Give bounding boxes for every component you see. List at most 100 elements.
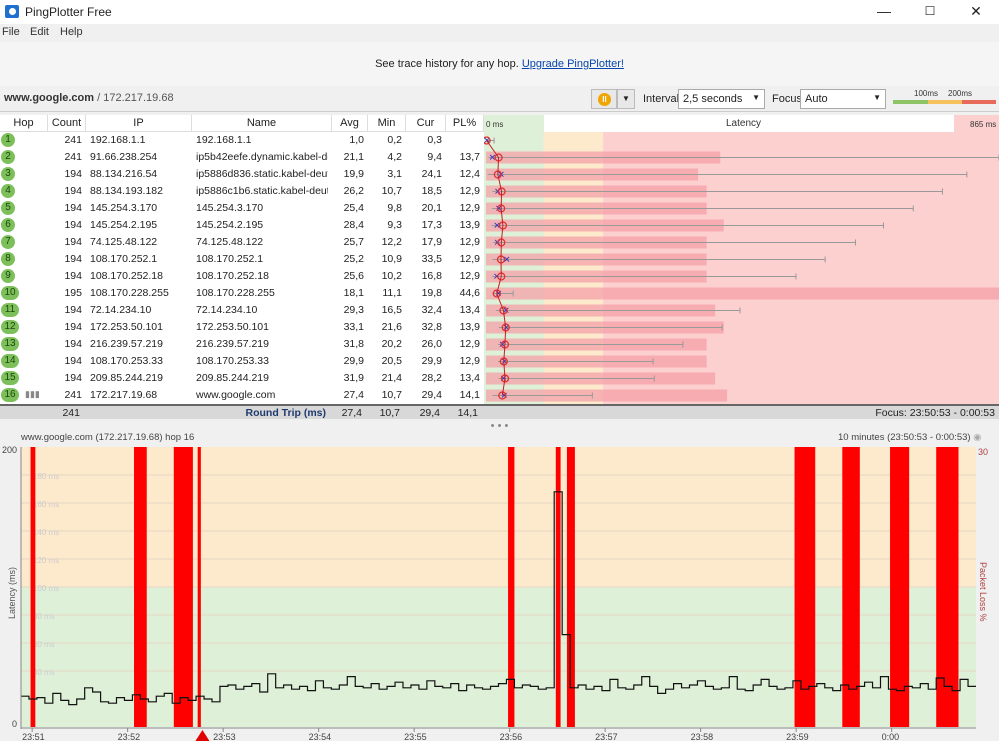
y-max-label: 200 bbox=[2, 445, 17, 455]
cell-cur: 32,4 bbox=[421, 304, 442, 316]
hop-row[interactable]: 10 195 108.170.228.255 108.170.228.255 18,1 1… bbox=[0, 285, 484, 302]
cell-pl: 12,9 bbox=[459, 253, 480, 265]
packet-loss-bar bbox=[555, 447, 561, 727]
column-header-hop[interactable]: Hop bbox=[0, 115, 48, 132]
cell-name: 209.85.244.219 bbox=[196, 372, 269, 384]
zone-green bbox=[21, 587, 976, 727]
cell-ip: 192.168.1.1 bbox=[90, 134, 146, 146]
focus-select[interactable]: Auto ▼ bbox=[800, 89, 886, 109]
minimize-button[interactable]: — bbox=[861, 0, 907, 24]
focus-label: Focus bbox=[772, 93, 802, 105]
menu-help[interactable]: Help bbox=[60, 26, 83, 38]
cell-count: 194 bbox=[64, 202, 82, 214]
y2-axis-label: Packet Loss % bbox=[978, 562, 988, 622]
hop-row[interactable]: 2 241 91.66.238.254 ip5b42eefe.dynamic.kabe… bbox=[0, 149, 484, 166]
packet-loss-bar bbox=[890, 447, 910, 727]
cell-cur: 32,8 bbox=[421, 321, 442, 333]
cell-ip: 108.170.253.33 bbox=[90, 355, 163, 367]
x-tick-label: 23:53 bbox=[213, 732, 236, 741]
column-header-cur[interactable]: Cur bbox=[406, 115, 446, 132]
upgrade-link[interactable]: Upgrade PingPlotter! bbox=[522, 58, 624, 70]
hop-row[interactable]: 11 194 72.14.234.10 72.14.234.10 29,3 16,5 32,… bbox=[0, 302, 484, 319]
packet-loss-bar bbox=[197, 447, 201, 727]
pause-dropdown-button[interactable]: ▼ bbox=[617, 89, 635, 109]
column-header-ip[interactable]: IP bbox=[86, 115, 192, 132]
hop-row[interactable]: 8 194 108.170.252.1 108.170.252.1 25,2 10,9 33… bbox=[0, 251, 484, 268]
time-marker-handle[interactable] bbox=[195, 730, 210, 741]
cell-name: 172.253.50.101 bbox=[196, 321, 269, 333]
hop-row[interactable]: 13 194 216.239.57.219 216.239.57.219 31,8 20,… bbox=[0, 336, 484, 353]
cell-pl: 13,9 bbox=[459, 219, 480, 231]
interval-value: 2,5 seconds bbox=[683, 93, 743, 105]
cell-pl: 12,4 bbox=[459, 168, 480, 180]
interval-select[interactable]: 2,5 seconds ▼ bbox=[678, 89, 765, 109]
cell-min: 10,7 bbox=[381, 389, 402, 401]
cell-pl: 12,9 bbox=[459, 185, 480, 197]
menu-file[interactable]: File bbox=[2, 26, 20, 38]
graph-focus-icon[interactable]: ▮▮▮ bbox=[25, 389, 40, 400]
timeline-graph: 180 ms 160 ms 140 ms 120 ms 100 ms 80 ms 60 ms… bbox=[2, 445, 988, 741]
hop-row[interactable]: 15 194 209.85.244.219 209.85.244.219 31,9 21,… bbox=[0, 370, 484, 387]
cell-avg: 29,9 bbox=[343, 355, 364, 367]
cell-avg: 25,7 bbox=[343, 236, 364, 248]
close-button[interactable]: ✕ bbox=[953, 0, 999, 24]
column-header-avg[interactable]: Avg bbox=[332, 115, 368, 132]
column-header-min[interactable]: Min bbox=[368, 115, 406, 132]
cell-avg: 18,1 bbox=[343, 287, 364, 299]
menu-edit[interactable]: Edit bbox=[30, 26, 49, 38]
summary-row: 241 Round Trip (ms) 27,4 10,7 29,4 14,1 … bbox=[0, 404, 999, 419]
cell-ip: 209.85.244.219 bbox=[90, 372, 163, 384]
hop-row[interactable]: 9 194 108.170.252.18 108.170.252.18 25,6 10,2… bbox=[0, 268, 484, 285]
latency-graph: 0 ms Latency 865 ms✕✕✕✕✕✕✕✕✕✕✕✕✕✕✕✕ bbox=[484, 115, 999, 404]
hop-row[interactable]: 4 194 88.134.193.182 ip5886c1b6.static.kabe… bbox=[0, 183, 484, 200]
latency-title: Latency bbox=[726, 118, 761, 129]
cell-avg: 33,1 bbox=[343, 321, 364, 333]
title-bar: PingPlotter Free — ☐ ✕ bbox=[0, 0, 999, 24]
cell-avg: 1,0 bbox=[349, 134, 364, 146]
cell-count: 194 bbox=[64, 236, 82, 248]
summary-min: 10,7 bbox=[379, 407, 400, 419]
hop-row[interactable]: 12 194 172.253.50.101 172.253.50.101 33,1 21,… bbox=[0, 319, 484, 336]
cell-min: 10,2 bbox=[381, 270, 402, 282]
time-range-label: 10 minutes (23:50:53 - 0:00:53) bbox=[838, 432, 971, 443]
hop-row[interactable]: 14 194 108.170.253.33 108.170.253.33 29,9 20,… bbox=[0, 353, 484, 370]
latency-min-label: 0 ms bbox=[486, 120, 503, 129]
pause-button[interactable]: II bbox=[591, 89, 617, 109]
x-tick-label: 23:57 bbox=[595, 732, 618, 741]
grid-label: 100 ms bbox=[33, 584, 59, 593]
column-header-pl[interactable]: PL% bbox=[446, 115, 484, 132]
cell-count: 194 bbox=[64, 185, 82, 197]
cell-pl: 14,1 bbox=[459, 389, 480, 401]
cell-avg: 25,6 bbox=[343, 270, 364, 282]
summary-pl: 14,1 bbox=[457, 407, 478, 419]
cell-avg: 21,1 bbox=[343, 151, 364, 163]
column-header-count[interactable]: Count bbox=[48, 115, 86, 132]
cell-min: 11,1 bbox=[382, 287, 402, 299]
hop-row[interactable]: 3 194 88.134.216.54 ip5886d836.static.kabel… bbox=[0, 166, 484, 183]
cell-ip: 108.170.228.255 bbox=[90, 287, 169, 299]
grid-label: 120 ms bbox=[33, 556, 59, 565]
packet-loss-bar bbox=[134, 447, 147, 727]
column-header-name[interactable]: Name bbox=[192, 115, 332, 132]
scale-200-label: 200ms bbox=[948, 89, 973, 98]
hop-number-badge: 15 bbox=[1, 371, 19, 385]
interval-label: Interval bbox=[643, 93, 680, 105]
cell-cur: 20,1 bbox=[421, 202, 442, 214]
upgrade-banner: See trace history for any hop. Upgrade P… bbox=[0, 42, 999, 86]
x-tick-label: 23:59 bbox=[786, 732, 809, 741]
cell-ip: 74.125.48.122 bbox=[90, 236, 158, 248]
maximize-button[interactable]: ☐ bbox=[907, 0, 953, 24]
cell-pl: 12,9 bbox=[459, 270, 480, 282]
cell-cur: 18,5 bbox=[421, 185, 442, 197]
hop-row[interactable]: 7 194 74.125.48.122 74.125.48.122 25,7 12,2 17… bbox=[0, 234, 484, 251]
grid-label: 160 ms bbox=[33, 500, 59, 509]
packet-loss-max-label: 30 bbox=[978, 447, 988, 457]
hop-row[interactable]: 16 241 172.217.19.68 www.google.com 27,4 10,7… bbox=[0, 387, 484, 404]
hop-row[interactable]: 6 194 145.254.2.195 145.254.2.195 28,4 9,3 17,… bbox=[0, 217, 484, 234]
cell-cur: 29,9 bbox=[421, 355, 442, 367]
hop-number-badge: 10 bbox=[1, 286, 19, 300]
graph-time-range[interactable]: 10 minutes (23:50:53 - 0:00:53) ◉ bbox=[838, 432, 982, 443]
hop-row[interactable]: 5 194 145.254.3.170 145.254.3.170 25,4 9,8 20,… bbox=[0, 200, 484, 217]
scale-yellow bbox=[928, 100, 962, 104]
hop-row[interactable]: 1 241 192.168.1.1 192.168.1.1 1,0 0,2 0,3 bbox=[0, 132, 484, 149]
